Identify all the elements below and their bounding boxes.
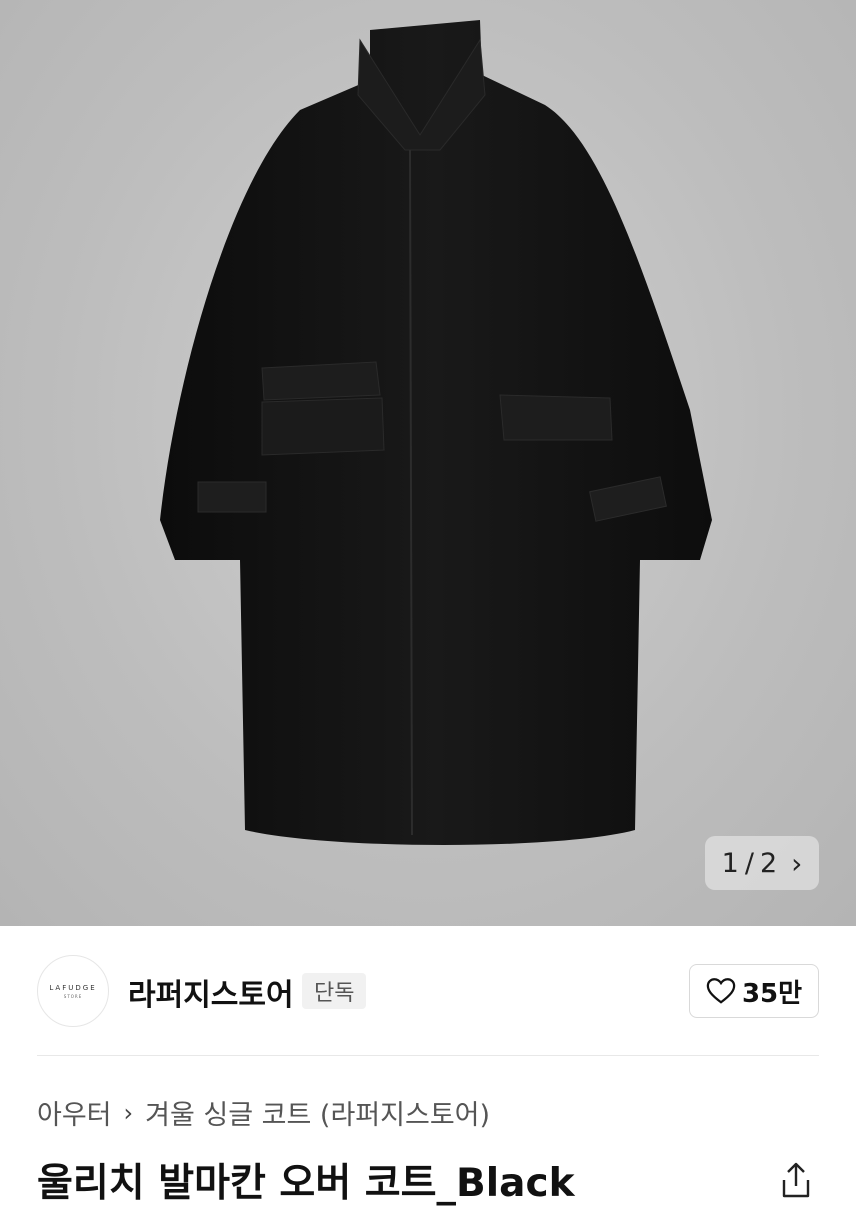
heart-icon — [706, 978, 736, 1004]
share-icon[interactable] — [778, 1160, 814, 1200]
product-image-gallery[interactable]: 1 / 2 › — [0, 0, 856, 926]
chevron-right-icon[interactable]: › — [791, 847, 802, 880]
pager-current: 1 — [721, 847, 739, 879]
chevron-right-icon: › — [123, 1098, 134, 1127]
pager-total: 2 — [759, 847, 778, 879]
breadcrumb: 아우터 › 겨울 싱글 코트 (라퍼지스토어) — [37, 1093, 490, 1132]
brand-logo-subtext: STORE — [63, 993, 83, 999]
brand-logo-text: LAFUDGE — [49, 983, 97, 992]
breadcrumb-item-outer[interactable]: 아우터 — [37, 1093, 112, 1132]
like-count: 35만 — [741, 978, 803, 1009]
coat-image — [160, 20, 712, 845]
brand-logo[interactable]: LAFUDGE STORE — [37, 955, 109, 1027]
breadcrumb-item-category[interactable]: 겨울 싱글 코트 (라퍼지스토어) — [145, 1093, 490, 1132]
pager-separator: / — [744, 847, 754, 879]
image-pager[interactable]: 1 / 2 › — [705, 836, 819, 890]
brand-name[interactable]: 라퍼지스토어 — [128, 970, 294, 1014]
divider — [37, 1055, 819, 1056]
exclusive-badge: 단독 — [302, 973, 367, 1009]
like-button[interactable]: 35만 — [689, 964, 819, 1018]
